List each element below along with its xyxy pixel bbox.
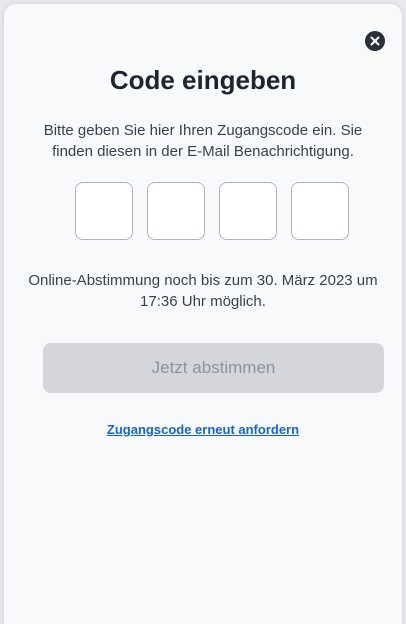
dialog-title: Code eingeben	[109, 65, 297, 95]
dialog-description: Bitte geben Sie hier Ihren Zugangscode e…	[43, 122, 363, 160]
close-icon	[370, 36, 380, 46]
code-digit-4[interactable]	[291, 182, 349, 240]
deadline-notice: Online-Abstimmung noch bis zum 30. März …	[28, 272, 378, 310]
vote-now-button[interactable]: Jetzt abstimmen	[43, 343, 384, 393]
resend-code-link[interactable]: Zugangscode erneut anfordern	[4, 422, 402, 437]
close-button[interactable]	[365, 31, 385, 51]
code-digit-2[interactable]	[147, 182, 205, 240]
code-digit-3[interactable]	[219, 182, 277, 240]
code-input-group	[75, 182, 357, 242]
code-dialog: Code eingeben Bitte geben Sie hier Ihren…	[4, 4, 402, 624]
code-digit-1[interactable]	[75, 182, 133, 240]
